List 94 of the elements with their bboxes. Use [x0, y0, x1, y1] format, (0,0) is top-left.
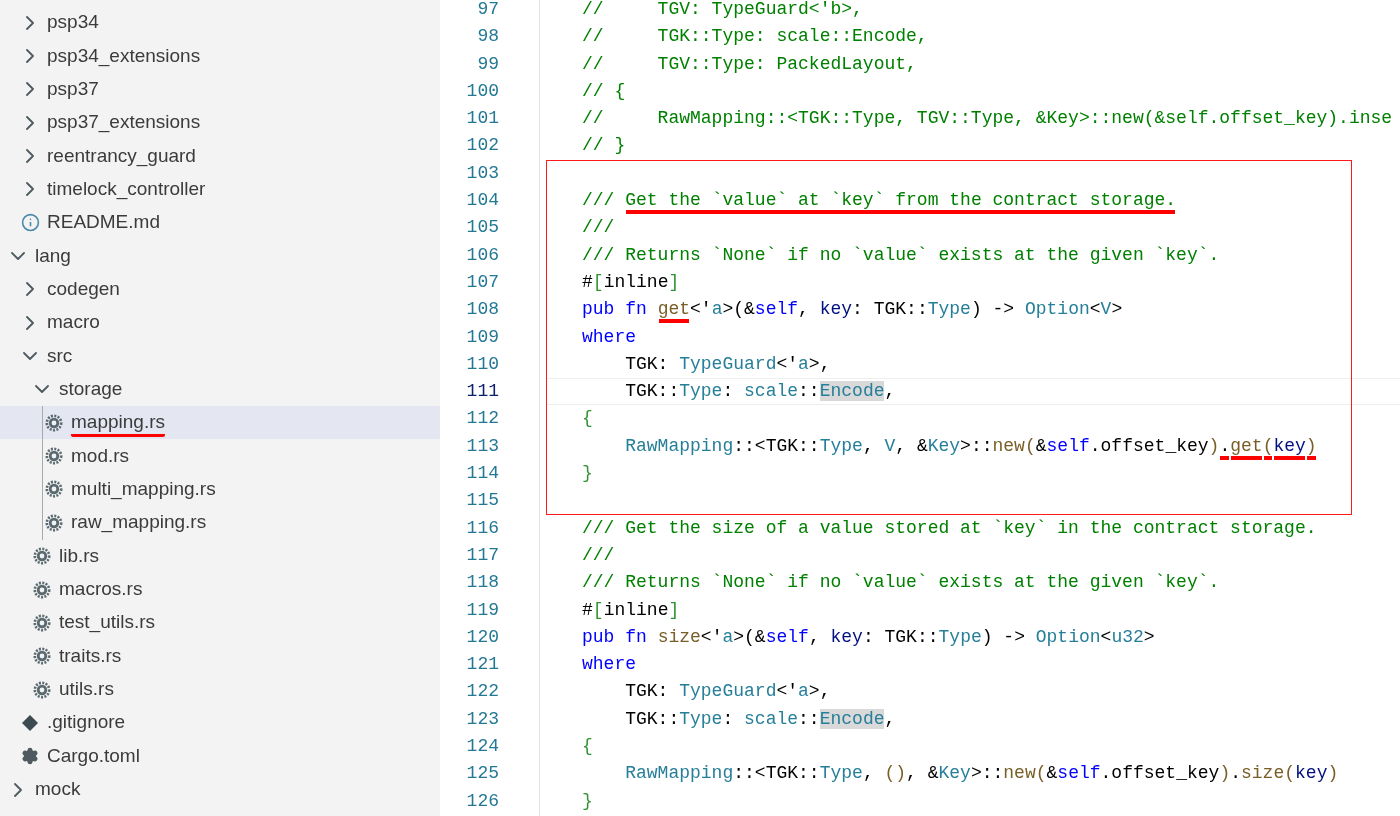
tree-item[interactable]: psp34	[0, 6, 440, 40]
code-line: // TGV::Type: PackedLayout,	[581, 52, 918, 76]
cog-badge-icon	[33, 613, 51, 632]
tree-item[interactable]: raw_mapping.rs	[0, 506, 440, 540]
line-number: 123	[465, 707, 499, 731]
code-line: {	[581, 735, 594, 758]
cog-badge-icon	[45, 513, 63, 532]
line-number: 126	[465, 789, 499, 813]
line-number: 119	[465, 598, 499, 622]
code-line: where	[581, 325, 637, 349]
tree-item[interactable]: macro	[0, 306, 440, 340]
code-line: #[inline]	[581, 270, 681, 294]
tree-item[interactable]: .gitignore	[0, 706, 440, 740]
settings-icon	[21, 747, 39, 766]
line-number: 107	[465, 270, 499, 294]
code-line: RawMapping::<TGK::Type, (), &Key>::new(&self.offset_key).size(key)	[624, 762, 1340, 786]
line-number: 109	[465, 325, 499, 349]
code-line: TGK: TypeGuard<'a>,	[624, 352, 832, 376]
line-number: 104	[465, 189, 499, 213]
tree-item[interactable]: psp37	[0, 72, 440, 107]
code-line: /// Get the `value` at `key` from the contract storage.	[546, 187, 1352, 215]
line-number: 99	[476, 52, 499, 76]
line-number: 112	[465, 407, 499, 431]
code-line: }	[581, 462, 594, 486]
code-line: ///	[581, 216, 616, 240]
line-number: 121	[465, 653, 499, 677]
code-line: /// Returns `None` if no `value` exists at the given `key`.	[581, 571, 1221, 595]
line-number: 98	[476, 25, 499, 49]
line-number: 117	[465, 543, 499, 567]
code-line: {	[581, 407, 594, 431]
cog-badge-icon	[33, 580, 51, 599]
cog-badge-icon	[45, 480, 63, 499]
line-number: 106	[465, 243, 499, 267]
line-number: 102	[465, 134, 499, 158]
tree-item[interactable]: Cargo.toml	[0, 739, 440, 773]
code-line: #[inline]	[581, 598, 681, 622]
tree-item[interactable]: lang	[0, 239, 440, 273]
code-line: // }	[581, 134, 627, 158]
tree-item[interactable]: mapping.rs	[0, 406, 440, 440]
code-line: // TGV: TypeGuard<'b>,	[581, 0, 864, 21]
code-line: // {	[581, 79, 627, 103]
cog-badge-icon	[33, 647, 51, 666]
line-number: 125	[465, 762, 499, 786]
code-line: TGK::Type: scale::Encode,	[624, 707, 897, 731]
line-number: 124	[465, 735, 499, 758]
code-line: /// Returns `None` if no `value` exists at the given `key`.	[581, 243, 1221, 267]
line-number: 115	[465, 489, 499, 513]
cog-badge-icon	[33, 547, 51, 566]
tree-item[interactable]: mod.rs	[0, 439, 440, 473]
cog-badge-icon	[45, 447, 63, 466]
code-line: pub fn size<'a>(&self, key: TGK::Type) -> Option<u32>	[581, 625, 1156, 649]
tree-item[interactable]: psp34_extensions	[0, 39, 440, 73]
tree-item[interactable]: multi_mapping.rs	[0, 472, 440, 507]
line-number: 100	[465, 79, 499, 103]
line-number: 116	[465, 516, 499, 540]
cog-badge-icon	[45, 413, 63, 432]
cog-badge-icon	[33, 680, 51, 699]
line-number: 120	[465, 625, 499, 649]
tree-item[interactable]: storage	[0, 372, 440, 407]
diamond-icon	[21, 713, 39, 732]
line-number: 113	[465, 434, 499, 458]
code-line: TGK: TypeGuard<'a>,	[624, 680, 832, 704]
code-line: where	[581, 653, 637, 677]
tree-item[interactable]: test_utils.rs	[0, 606, 440, 640]
code-line: RawMapping::<TGK::Type, V, &Key>::new(&self.offset_key).get(key)	[546, 432, 1352, 461]
line-number: 114	[465, 462, 499, 486]
tree-item[interactable]: lib.rs	[0, 539, 440, 573]
line-number: 118	[465, 571, 499, 595]
line-number: 122	[465, 680, 499, 704]
code-line: }	[581, 789, 594, 813]
code-line: /// Get the size of a value stored at `key` in the contract storage.	[581, 516, 1318, 540]
code-line: TGK::Type: scale::Encode,	[546, 378, 1400, 406]
code-line: ///	[581, 543, 616, 567]
tree-item[interactable]: psp37_extensions	[0, 106, 440, 140]
tree-item[interactable]: utils.rs	[0, 672, 440, 707]
line-number: 97	[476, 0, 499, 21]
code-line: // TGK::Type: scale::Encode,	[581, 25, 929, 49]
tree-item[interactable]: src	[0, 339, 440, 373]
line-number: 105	[465, 216, 499, 240]
tree-item[interactable]: traits.rs	[0, 639, 440, 673]
tree-item[interactable]: codegen	[0, 272, 440, 307]
tree-item[interactable]: macros.rs	[0, 572, 440, 607]
code-line: pub fn get<'a>(&self, key: TGK::Type) -> Option<V>	[546, 296, 1352, 324]
tree-item[interactable]: mock	[0, 772, 440, 807]
line-number: 108	[465, 298, 499, 322]
line-number: 111	[465, 380, 499, 404]
line-number: 103	[465, 161, 499, 185]
line-number: 101	[465, 107, 499, 131]
line-number: 110	[465, 352, 499, 376]
code-line: // RawMapping::<TGK::Type, TGV::Type, &Key>::new(&self.offset_key).inse	[581, 107, 1394, 131]
info-icon	[20, 213, 40, 233]
tree-item[interactable]: reentrancy_guard	[0, 139, 440, 173]
tree-item[interactable]: README.md	[0, 206, 440, 240]
tree-item[interactable]: timelock_controller	[0, 172, 440, 207]
